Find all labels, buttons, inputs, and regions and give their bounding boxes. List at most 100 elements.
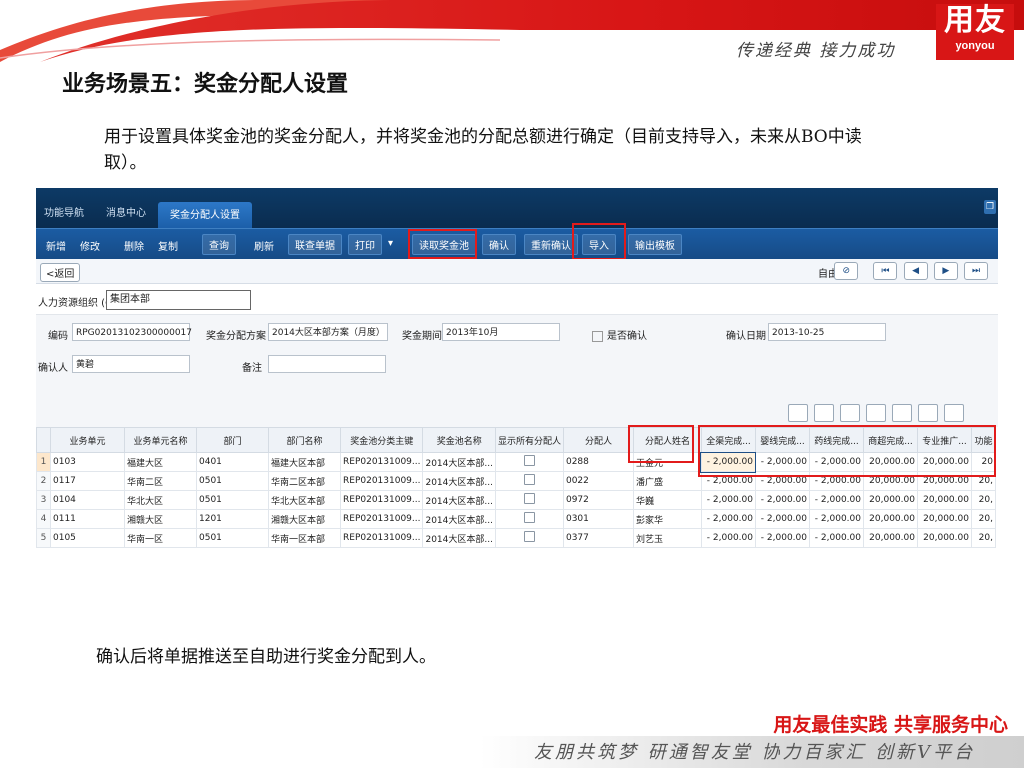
checkbox-icon[interactable]: [523, 474, 535, 485]
insert-row-icon[interactable]: [814, 404, 834, 422]
cell-pool-key: REP020131009...: [339, 471, 424, 491]
cell-amount[interactable]: 20,000.00: [916, 528, 972, 548]
confirm-button[interactable]: 确认: [482, 234, 516, 255]
window-icon[interactable]: ❐: [984, 200, 996, 214]
cell-amount[interactable]: - 2,000.00: [754, 490, 810, 510]
cell-amount[interactable]: - 2,000.00: [700, 490, 756, 510]
cell-show-all[interactable]: [494, 490, 564, 510]
remark-label: 备注: [242, 363, 262, 374]
cell-show-all[interactable]: [494, 471, 564, 491]
cell-amount[interactable]: - 2,000.00: [808, 509, 864, 529]
cell-assignee: 0301: [562, 509, 634, 529]
add-button[interactable]: 新增: [42, 236, 70, 255]
back-button[interactable]: <返回: [40, 263, 81, 282]
cell-amount[interactable]: 20,000.00: [862, 490, 918, 510]
confirmer-field[interactable]: 黄碧: [72, 355, 190, 373]
cell-amount[interactable]: 20,000.00: [862, 509, 918, 529]
confirmer-label: 确认人: [38, 363, 68, 374]
edit-button[interactable]: 修改: [76, 236, 104, 255]
refresh-button[interactable]: 刷新: [250, 236, 278, 255]
cell-show-all[interactable]: [494, 452, 564, 472]
cell-pool-key: REP020131009...: [339, 452, 424, 472]
confirm-date-field[interactable]: 2013-10-25: [768, 323, 886, 341]
org-row: 人力资源组织 (O) 集团本部: [36, 284, 998, 314]
column-header[interactable]: 分配人: [562, 427, 634, 453]
attachment-icon[interactable]: ⊘: [834, 262, 859, 280]
last-record-icon[interactable]: ⏭: [964, 262, 988, 280]
cell-dept-name: 福建大区本部: [268, 452, 341, 472]
cell-amount[interactable]: - 2,000.00: [808, 528, 864, 548]
plan-field[interactable]: 2014大区本部方案（月度）: [268, 323, 388, 341]
checkbox-icon[interactable]: [523, 531, 535, 542]
add-row-icon[interactable]: [788, 404, 808, 422]
cell-amount[interactable]: 20,000.00: [862, 528, 918, 548]
cell-amount[interactable]: 20,: [970, 528, 996, 548]
checkbox-icon[interactable]: [523, 493, 535, 504]
logo-en: yonyou: [955, 40, 995, 52]
cell-show-all[interactable]: [494, 509, 564, 529]
checkbox-icon[interactable]: [523, 455, 535, 466]
cell-show-all[interactable]: [494, 528, 564, 548]
footer-tagline: 用友最佳实践 共享服务中心: [773, 714, 1008, 736]
cell-amount[interactable]: 20,: [970, 509, 996, 529]
confirm-note: 确认后将单据推送至自助进行奖金分配到人。: [96, 647, 436, 667]
cell-pool-name: 2014大区本部...: [422, 452, 496, 472]
download-icon[interactable]: [918, 404, 938, 422]
cell-amount[interactable]: - 2,000.00: [808, 490, 864, 510]
paste-row-icon[interactable]: [892, 404, 912, 422]
cell-pool-name: 2014大区本部...: [422, 509, 496, 529]
slogan: 传递经典 接力成功: [736, 41, 896, 61]
cell-amount[interactable]: - 2,000.00: [754, 509, 810, 529]
copy-button[interactable]: 复制: [154, 236, 182, 255]
column-header[interactable]: 部门: [196, 427, 269, 453]
export-template-button[interactable]: 输出模板: [628, 234, 682, 255]
cell-assignee: 0972: [562, 490, 634, 510]
checkbox-icon[interactable]: [592, 330, 603, 342]
column-header[interactable]: 奖金池名称: [422, 427, 496, 453]
tab-bar: 功能导航 消息中心 奖金分配人设置 ❐: [36, 188, 998, 229]
slide-description: 用于设置具体奖金池的奖金分配人，并将奖金池的分配总额进行确定（目前支持导入，未来…: [104, 127, 862, 173]
print-button[interactable]: 打印: [348, 234, 382, 255]
tab-function-nav[interactable]: 功能导航: [44, 204, 84, 219]
cell-amount[interactable]: - 2,000.00: [754, 528, 810, 548]
cell-n: 2: [36, 471, 51, 491]
code-field[interactable]: RPG02013102300000017: [72, 323, 192, 341]
column-header[interactable]: 奖金池分类主键: [339, 427, 424, 453]
next-record-icon[interactable]: ▶: [933, 262, 958, 280]
tab-message-center[interactable]: 消息中心: [106, 204, 146, 219]
cell-amount[interactable]: 20,: [970, 490, 996, 510]
header-banner: 用友 yonyou 传递经典 接力成功: [0, 0, 1024, 62]
column-header[interactable]: 业务单元: [50, 427, 125, 453]
column-header[interactable]: 显示所有分配人: [494, 427, 564, 453]
reconfirm-button[interactable]: 重新确认: [524, 234, 578, 255]
org-field[interactable]: 集团本部: [106, 290, 251, 310]
checkbox-icon[interactable]: [523, 512, 535, 523]
cell-assignee-name: 潘广盛: [632, 471, 702, 491]
cell-dept: 1201: [196, 509, 269, 529]
grid-settings-icon[interactable]: [944, 404, 964, 422]
cell-amount[interactable]: 20,000.00: [916, 509, 972, 529]
table-row[interactable]: 5 0105 华南一区 0501 华南一区本部 REP020131009... 2014大区…: [36, 528, 996, 548]
cell-amount[interactable]: - 2,000.00: [700, 509, 756, 529]
cell-amount[interactable]: 20,000.00: [916, 490, 972, 510]
cell-dept-name: 湘赣大区本部: [268, 509, 341, 529]
cell-n: 1: [36, 452, 51, 472]
remark-field[interactable]: [268, 355, 386, 373]
delete-button[interactable]: 删除: [120, 236, 148, 255]
tab-bonus-assignee[interactable]: 奖金分配人设置: [158, 202, 252, 229]
period-field[interactable]: 2013年10月: [442, 323, 560, 341]
confirmed-checkbox[interactable]: 是否确认: [592, 327, 647, 342]
column-header[interactable]: 业务单元名称: [124, 427, 197, 453]
copy-row-icon[interactable]: [866, 404, 886, 422]
query-button[interactable]: 查询: [202, 234, 236, 255]
cell-amount[interactable]: - 2,000.00: [700, 528, 756, 548]
table-row[interactable]: 3 0104 华北大区 0501 华北大区本部 REP020131009... 2014大区…: [36, 490, 996, 510]
delete-row-icon[interactable]: [840, 404, 860, 422]
table-row[interactable]: 4 0111 湘赣大区 1201 湘赣大区本部 REP020131009... 2014大区…: [36, 509, 996, 529]
first-record-icon[interactable]: ⏮: [873, 262, 898, 280]
prev-record-icon[interactable]: ◀: [903, 262, 928, 280]
column-header[interactable]: 部门名称: [268, 427, 341, 453]
cell-assignee: 0377: [562, 528, 634, 548]
linked-docs-button[interactable]: 联查单据: [288, 234, 342, 255]
print-dropdown-icon[interactable]: ▾: [384, 236, 397, 251]
